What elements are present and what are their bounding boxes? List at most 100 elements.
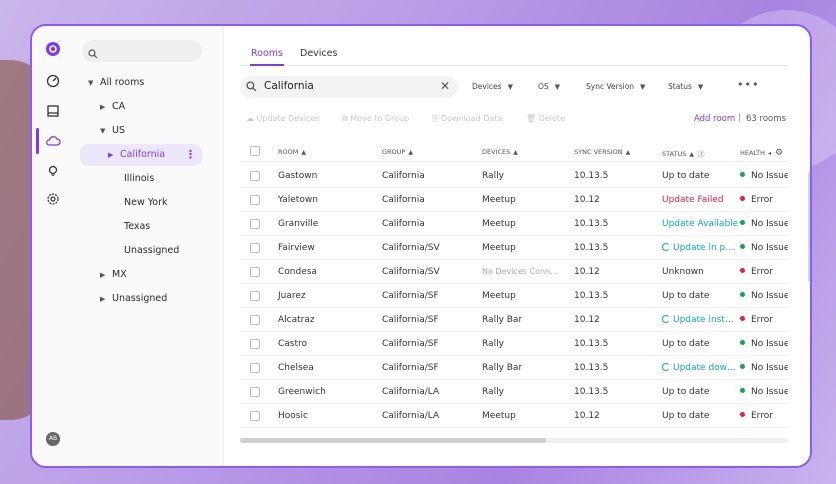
row-checkbox[interactable]: [250, 267, 260, 277]
tree-item-unassigned-us[interactable]: Unassigned: [124, 240, 179, 262]
select-all-checkbox[interactable]: [250, 146, 260, 156]
gear-icon[interactable]: ⚙: [775, 148, 783, 158]
cell-room: Fairview: [278, 243, 315, 253]
cell-health: No Issues: [740, 291, 788, 301]
book-icon[interactable]: [44, 102, 62, 120]
cell-status: Up to date: [662, 171, 709, 181]
tree-item-illinois[interactable]: Illinois: [124, 168, 154, 190]
download-icon: ⎘: [432, 114, 441, 123]
column-header-sync-version[interactable]: Sync Version ▲: [574, 148, 630, 156]
sort-icon: ▲: [513, 149, 518, 156]
tab-rooms[interactable]: Rooms: [250, 48, 284, 66]
cell-devices: Meetup: [482, 219, 516, 229]
status-text: Up to date: [662, 339, 710, 349]
search-input[interactable]: California ✕: [240, 76, 458, 98]
tree-search-input[interactable]: [82, 40, 202, 62]
column-header-status[interactable]: Status ▲ ⓘ: [662, 148, 705, 158]
tree-item-california[interactable]: ▶ California ⋮: [80, 144, 202, 166]
horizontal-scrollbar[interactable]: [240, 438, 546, 443]
cell-room: Chelsea: [278, 363, 314, 373]
cell-devices: Rally: [482, 171, 504, 181]
table-row[interactable]: Condesa California/SV No Devices Conn… 10.1…: [240, 260, 788, 284]
cloud-icon[interactable]: [44, 132, 62, 150]
table-row[interactable]: Alcatraz California/SF Rally Bar 10.12 Updat…: [240, 308, 788, 332]
move-to-group-button[interactable]: ⧉ Move to Group: [342, 114, 409, 124]
sort-icon: ▲: [408, 149, 413, 156]
health-dot-icon: [740, 172, 745, 177]
table-row[interactable]: Yaletown California Meetup 10.12 Update Fail…: [240, 188, 788, 212]
tree-item-new-york[interactable]: New York: [124, 192, 168, 214]
table-row[interactable]: Greenwich California/LA Rally 10.13.5 Up to …: [240, 380, 788, 404]
tree-item-texas[interactable]: Texas: [124, 216, 150, 238]
cell-room: Hoosic: [278, 411, 308, 421]
tree-item-us[interactable]: ▼ US: [100, 120, 125, 142]
tree-item-mx[interactable]: ▶ MX: [100, 264, 127, 286]
row-checkbox[interactable]: [250, 219, 260, 229]
health-dot-icon: [740, 412, 745, 417]
cell-health: No Issues: [740, 219, 788, 229]
filter-sync-version[interactable]: Sync Version ▼: [586, 82, 645, 91]
dashboard-icon[interactable]: [44, 72, 62, 90]
lightbulb-icon[interactable]: [44, 162, 62, 180]
table-row[interactable]: Chelsea California/SF Rally Bar 10.13.5 Upda…: [240, 356, 788, 380]
table-row[interactable]: Gastown California Rally 10.13.5 Up to date N…: [240, 164, 788, 188]
caret-down-icon: ▼: [100, 127, 106, 135]
health-text: No Issues: [751, 171, 788, 181]
row-checkbox[interactable]: [250, 387, 260, 397]
more-vertical-icon[interactable]: ⋮: [185, 144, 196, 166]
trash-icon: 🗑: [526, 114, 539, 123]
health-dot-icon: [740, 196, 745, 201]
health-text: No Issues: [751, 219, 788, 229]
table-row[interactable]: Juarez California/SF Meetup 10.13.5 Up to da…: [240, 284, 788, 308]
table-row[interactable]: Granville California Meetup 10.13.5 Update A…: [240, 212, 788, 236]
settings-icon[interactable]: [44, 190, 62, 208]
tree-item-unassigned[interactable]: ▶ Unassigned: [100, 288, 167, 310]
room-count: 63 rooms: [746, 114, 786, 124]
caret-down-icon: ▼: [88, 79, 94, 87]
row-checkbox[interactable]: [250, 363, 260, 373]
logo-icon[interactable]: [44, 40, 62, 58]
add-room-button[interactable]: Add room: [694, 114, 735, 124]
column-header-health[interactable]: Health ◂ ⚙: [740, 148, 783, 158]
row-checkbox[interactable]: [250, 291, 260, 301]
column-header-devices[interactable]: Devices ▲: [482, 148, 518, 156]
cell-status: Unknown: [662, 267, 704, 277]
cell-health: No Issues: [740, 363, 788, 373]
more-options-icon[interactable]: •••: [737, 78, 759, 91]
column-header-room[interactable]: Room ▲: [278, 148, 306, 156]
filter-devices[interactable]: Devices ▼: [472, 82, 513, 91]
filter-os[interactable]: OS ▼: [538, 82, 560, 91]
avatar[interactable]: AB: [46, 432, 60, 446]
download-data-button[interactable]: ⎘ Download Data: [432, 114, 502, 124]
status-text: Update in p…: [673, 243, 735, 253]
row-checkbox[interactable]: [250, 315, 260, 325]
cell-devices: Rally Bar: [482, 315, 523, 325]
clear-icon[interactable]: ✕: [440, 79, 450, 93]
delete-button[interactable]: 🗑 Delete: [526, 114, 565, 123]
table-row[interactable]: Hoosic California/LA Meetup 10.12 Up to date…: [240, 404, 788, 428]
column-header-group[interactable]: Group ▲: [382, 148, 413, 156]
row-checkbox[interactable]: [250, 339, 260, 349]
health-dot-icon: [740, 220, 745, 225]
cell-room: Castro: [278, 339, 308, 349]
table-header: Room ▲ Group ▲ Devices ▲ Sync Version ▲ Stat…: [240, 140, 788, 162]
health-dot-icon: [740, 364, 745, 369]
cloud-upload-icon: ☁: [246, 114, 257, 123]
progress-spinner-icon: [662, 243, 670, 251]
row-checkbox[interactable]: [250, 195, 260, 205]
main-panel: Rooms Devices California ✕ Devices ▼ OS ▼ …: [224, 26, 810, 466]
row-checkbox[interactable]: [250, 243, 260, 253]
filter-status[interactable]: Status ▼: [668, 82, 703, 91]
tree-item-ca[interactable]: ▶ CA: [100, 96, 125, 118]
row-checkbox[interactable]: [250, 411, 260, 421]
vertical-scrollbar[interactable]: [808, 172, 810, 282]
cell-status: Update dow…: [662, 363, 736, 373]
cell-sync-version: 10.13.5: [574, 339, 609, 349]
table-row[interactable]: Castro California/SF Rally 10.13.5 Up to dat…: [240, 332, 788, 356]
row-checkbox[interactable]: [250, 171, 260, 181]
chevron-down-icon: ▼: [640, 83, 646, 91]
table-row[interactable]: Fairview California/SV Meetup 10.13.5 Update…: [240, 236, 788, 260]
tree-item-all-rooms[interactable]: ▼ All rooms: [88, 72, 144, 94]
tab-devices[interactable]: Devices: [300, 48, 337, 66]
update-devices-button[interactable]: ☁ Update Devices: [246, 114, 320, 123]
